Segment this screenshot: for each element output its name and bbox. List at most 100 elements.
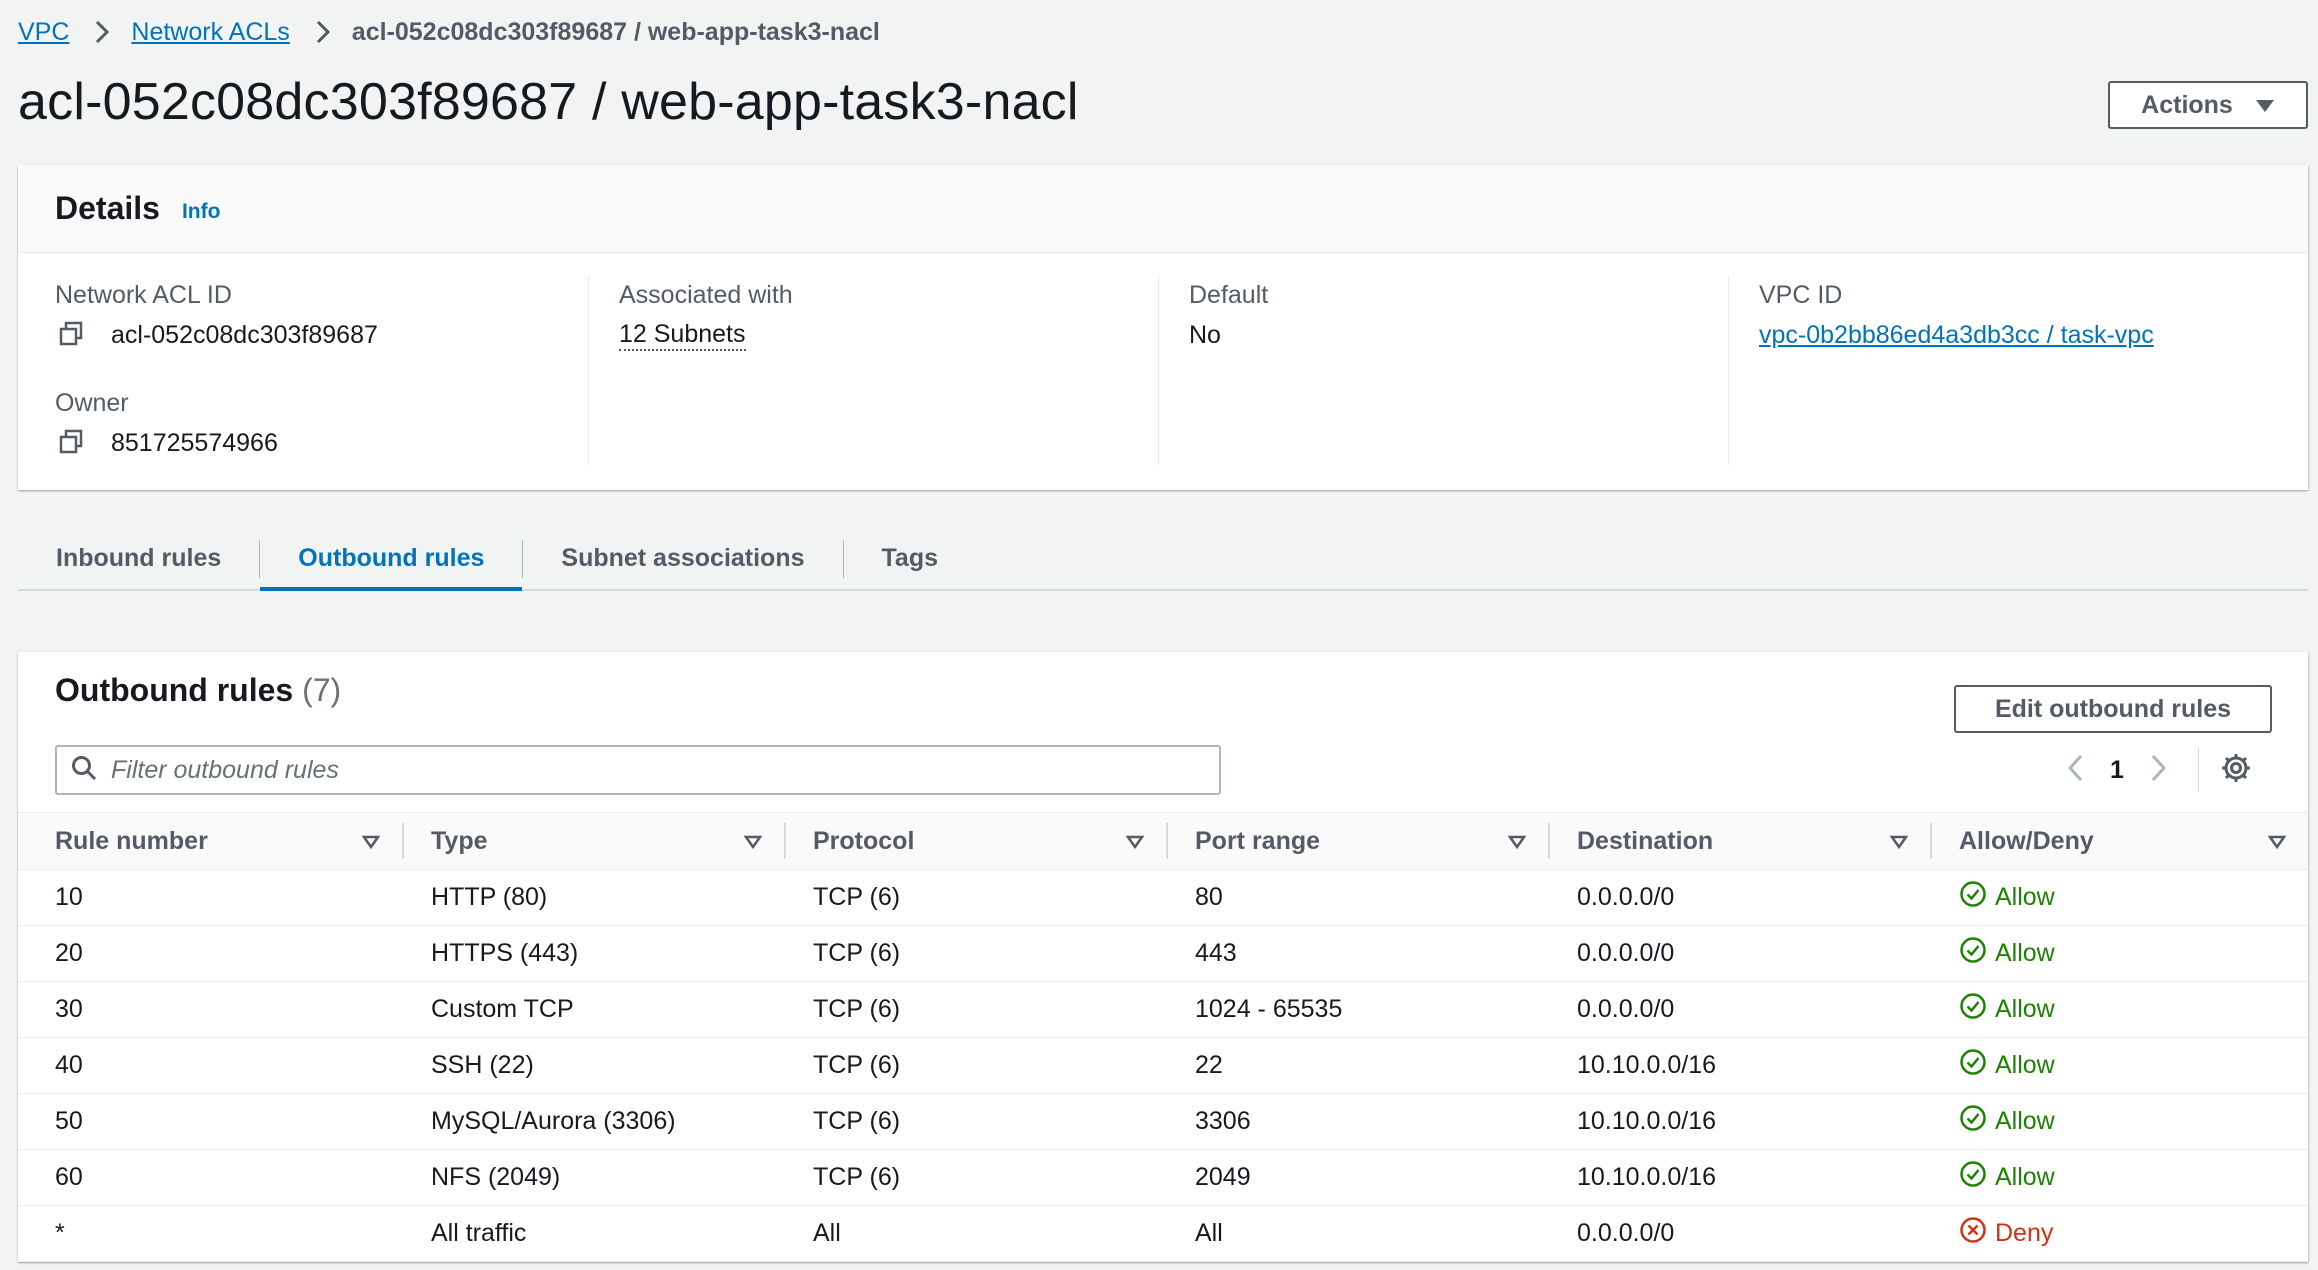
- page-number[interactable]: 1: [2110, 756, 2124, 785]
- table-row[interactable]: * All traffic All All 0.0.0.0/0 Deny: [18, 1205, 2308, 1262]
- sort-down-icon[interactable]: [1507, 827, 1527, 856]
- vpc-id-link[interactable]: vpc-0b2bb86ed4a3db3cc / task-vpc: [1759, 315, 2154, 355]
- chevron-right-icon: [95, 20, 110, 44]
- page-title: acl-052c08dc303f89687 / web-app-task3-na…: [18, 73, 1079, 131]
- check-circle-icon: [1959, 1160, 1987, 1195]
- breadcrumb-current: acl-052c08dc303f89687 / web-app-task3-na…: [351, 17, 880, 46]
- cell-rule: 50: [18, 1093, 402, 1150]
- cell-type: NFS (2049): [402, 1149, 784, 1206]
- table-row[interactable]: 10 HTTP (80) TCP (6) 80 0.0.0.0/0 Allow: [18, 869, 2308, 926]
- detail-col-vpc: VPC ID vpc-0b2bb86ed4a3db3cc / task-vpc: [1728, 275, 2298, 465]
- col-type[interactable]: Type: [402, 813, 784, 870]
- details-header: Details Info: [18, 165, 2308, 253]
- cell-port: 3306: [1166, 1093, 1548, 1150]
- filter-input[interactable]: [111, 755, 1211, 785]
- caret-down-icon: [2255, 91, 2275, 120]
- action-label: Deny: [1995, 1219, 2054, 1247]
- detail-col-acl: Network ACL ID acl-052c08dc303f89687 Own…: [18, 275, 588, 465]
- cell-port: 2049: [1166, 1149, 1548, 1206]
- tab-outbound-rules[interactable]: Outbound rules: [260, 528, 523, 591]
- cell-port: All: [1166, 1205, 1548, 1262]
- chevron-left-icon[interactable]: [2066, 753, 2084, 788]
- cell-destination: 0.0.0.0/0: [1548, 1205, 1930, 1262]
- cell-protocol: TCP (6): [784, 869, 1166, 926]
- sort-down-icon[interactable]: [743, 827, 763, 856]
- col-protocol[interactable]: Protocol: [784, 813, 1166, 870]
- action-label: Allow: [1995, 883, 2055, 911]
- breadcrumb-network-acls[interactable]: Network ACLs: [131, 18, 289, 47]
- status-allow: Allow: [1959, 1160, 2308, 1195]
- cell-protocol: TCP (6): [784, 981, 1166, 1038]
- tab-inbound-rules[interactable]: Inbound rules: [18, 528, 259, 589]
- col-destination[interactable]: Destination: [1548, 813, 1930, 870]
- cell-destination: 10.10.0.0/16: [1548, 1149, 1930, 1206]
- cell-port: 22: [1166, 1037, 1548, 1094]
- breadcrumb-vpc[interactable]: VPC: [18, 18, 69, 47]
- action-label: Allow: [1995, 1163, 2055, 1191]
- action-label: Allow: [1995, 995, 2055, 1023]
- cell-type: HTTPS (443): [402, 925, 784, 982]
- table-row[interactable]: 30 Custom TCP TCP (6) 1024 - 65535 0.0.0…: [18, 981, 2308, 1038]
- details-panel: Details Info Network ACL ID acl-052c08dc…: [18, 165, 2308, 490]
- cell-destination: 0.0.0.0/0: [1548, 925, 1930, 982]
- table-row[interactable]: 40 SSH (22) TCP (6) 22 10.10.0.0/16 Allo…: [18, 1037, 2308, 1094]
- table-row[interactable]: 20 HTTPS (443) TCP (6) 443 0.0.0.0/0 All…: [18, 925, 2308, 982]
- associated-value[interactable]: 12 Subnets: [619, 319, 746, 351]
- action-label: Allow: [1995, 1107, 2055, 1135]
- tab-tags[interactable]: Tags: [844, 528, 977, 589]
- cell-protocol: All: [784, 1205, 1166, 1262]
- chevron-right-icon: [316, 20, 330, 44]
- actions-label: Actions: [2141, 90, 2233, 119]
- details-title: Details: [55, 190, 160, 226]
- col-rule-number[interactable]: Rule number: [18, 813, 402, 870]
- cell-type: HTTP (80): [402, 869, 784, 926]
- table-header-row: Rule number Type Protocol Port range Des…: [18, 812, 2308, 870]
- check-circle-icon: [1959, 992, 1987, 1027]
- pagination: 1: [2066, 748, 2251, 792]
- rules-title-text: Outbound rules: [55, 672, 294, 708]
- col-allow-deny[interactable]: Allow/Deny: [1930, 813, 2308, 870]
- table-row[interactable]: 60 NFS (2049) TCP (6) 2049 10.10.0.0/16 …: [18, 1149, 2308, 1206]
- sort-down-icon[interactable]: [361, 827, 381, 856]
- status-allow: Allow: [1959, 1048, 2308, 1083]
- cell-destination: 10.10.0.0/16: [1548, 1093, 1930, 1150]
- associated-label: Associated with: [619, 281, 793, 309]
- detail-col-associated: Associated with 12 Subnets: [588, 275, 1158, 465]
- check-circle-icon: [1959, 1104, 1987, 1139]
- action-label: Allow: [1995, 939, 2055, 967]
- cell-port: 1024 - 65535: [1166, 981, 1548, 1038]
- sort-down-icon[interactable]: [2267, 827, 2287, 856]
- col-port-range[interactable]: Port range: [1166, 813, 1548, 870]
- cell-rule: 60: [18, 1149, 402, 1206]
- chevron-right-icon[interactable]: [2150, 753, 2168, 788]
- acl-id-label: Network ACL ID: [55, 281, 232, 309]
- cell-destination: 0.0.0.0/0: [1548, 869, 1930, 926]
- actions-button[interactable]: Actions: [2108, 81, 2308, 129]
- cell-port: 443: [1166, 925, 1548, 982]
- table-row[interactable]: 50 MySQL/Aurora (3306) TCP (6) 3306 10.1…: [18, 1093, 2308, 1150]
- check-circle-icon: [1959, 1048, 1987, 1083]
- cell-rule: 40: [18, 1037, 402, 1094]
- sort-down-icon[interactable]: [1889, 827, 1909, 856]
- detail-col-default: Default No: [1158, 275, 1728, 465]
- breadcrumb: VPC Network ACLs acl-052c08dc303f89687 /…: [18, 14, 880, 50]
- cell-type: SSH (22): [402, 1037, 784, 1094]
- edit-outbound-rules-button[interactable]: Edit outbound rules: [1954, 685, 2272, 733]
- search-icon: [71, 755, 97, 786]
- outbound-rules-panel: Outbound rules (7) Edit outbound rules 1: [18, 652, 2308, 1262]
- x-circle-icon: [1959, 1216, 1987, 1251]
- info-link[interactable]: Info: [182, 200, 220, 224]
- tab-subnet-associations[interactable]: Subnet associations: [523, 528, 842, 589]
- filter-box: [55, 745, 1221, 795]
- sort-down-icon[interactable]: [1125, 827, 1145, 856]
- copy-icon[interactable]: [57, 428, 87, 458]
- copy-icon[interactable]: [57, 320, 87, 350]
- tab-bar: Inbound rules Outbound rules Subnet asso…: [18, 528, 2308, 591]
- cell-destination: 10.10.0.0/16: [1548, 1037, 1930, 1094]
- cell-protocol: TCP (6): [784, 925, 1166, 982]
- cell-type: All traffic: [402, 1205, 784, 1262]
- gear-icon[interactable]: [2221, 753, 2251, 788]
- cell-rule: 20: [18, 925, 402, 982]
- status-allow: Allow: [1959, 1104, 2308, 1139]
- cell-type: Custom TCP: [402, 981, 784, 1038]
